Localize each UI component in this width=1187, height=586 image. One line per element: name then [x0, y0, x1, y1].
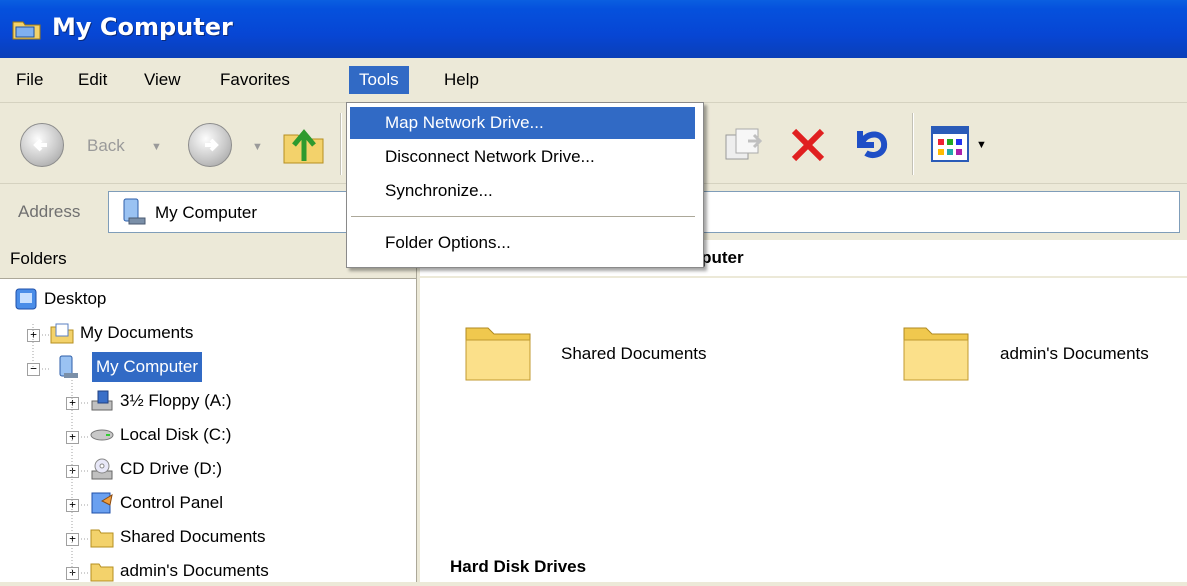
admins-documents-label[interactable]: admin's Documents	[1000, 344, 1149, 364]
copy-to-icon[interactable]	[722, 127, 766, 163]
tools-menu-dropdown: Map Network Drive... Disconnect Network …	[346, 102, 704, 268]
menu-help[interactable]: Help	[434, 66, 489, 94]
computer-icon	[123, 198, 146, 225]
my-computer-title-icon	[12, 21, 41, 40]
menu-edit[interactable]: Edit	[68, 66, 117, 94]
window-title: My Computer	[52, 13, 233, 41]
tree-connector-lines	[32, 324, 90, 574]
menu-bar: File Edit View Favorites Tools Help	[0, 58, 1187, 103]
menu-item-disconnect-network-drive[interactable]: Disconnect Network Drive...	[350, 141, 695, 173]
forward-dropdown-icon[interactable]: ▼	[252, 141, 263, 153]
up-folder-icon[interactable]	[282, 121, 326, 167]
views-dropdown-icon[interactable]: ▼	[976, 139, 987, 151]
menu-favorites[interactable]: Favorites	[210, 66, 300, 94]
address-label: Address	[18, 202, 81, 221]
forward-button[interactable]	[188, 123, 232, 167]
toolbar-separator-2	[912, 113, 914, 175]
back-dropdown-icon[interactable]: ▼	[151, 141, 162, 153]
toolbar-separator	[340, 113, 342, 175]
views-icon[interactable]	[930, 125, 970, 163]
delete-icon[interactable]	[788, 125, 828, 165]
menu-separator	[351, 216, 695, 217]
title-bar[interactable]: My Computer	[0, 0, 1187, 58]
menu-view[interactable]: View	[134, 66, 191, 94]
menu-file[interactable]: File	[6, 66, 53, 94]
menu-item-synchronize[interactable]: Synchronize...	[350, 175, 695, 207]
menu-tools[interactable]: Tools	[349, 66, 409, 94]
shared-documents-label[interactable]: Shared Documents	[561, 344, 707, 364]
forward-arrow-icon	[205, 138, 219, 152]
back-arrow-icon	[33, 138, 47, 152]
menu-item-map-network-drive[interactable]: Map Network Drive...	[350, 107, 695, 139]
undo-icon[interactable]	[850, 123, 892, 165]
hard-disk-drives-title: Hard Disk Drives	[450, 557, 587, 576]
menu-item-folder-options[interactable]: Folder Options...	[350, 227, 695, 259]
address-value: My Computer	[155, 203, 258, 222]
content-pane: mputer Shared Documents admin's Document…	[420, 240, 1187, 582]
admins-documents-folder-icon[interactable]	[902, 320, 972, 384]
back-label: Back	[87, 136, 125, 155]
folders-pane: Folders Desktop + My Documents − My Comp…	[0, 240, 417, 582]
back-button[interactable]	[20, 123, 64, 167]
shared-documents-folder-icon[interactable]	[464, 320, 534, 384]
